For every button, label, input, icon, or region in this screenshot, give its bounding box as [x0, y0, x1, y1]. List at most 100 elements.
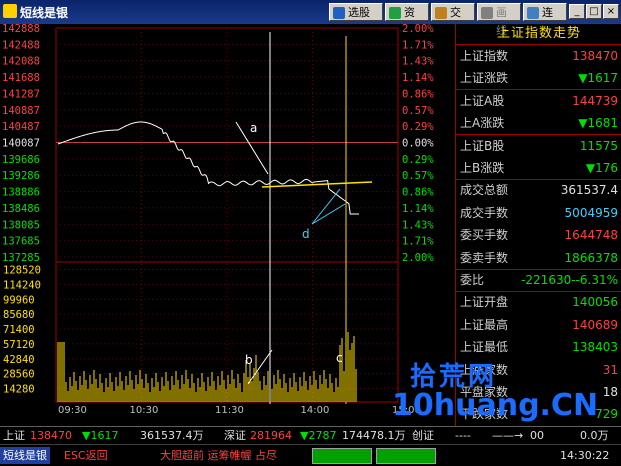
- panel-row-value: 138403: [572, 340, 618, 355]
- panel-row-value: -221630--6.31%: [521, 273, 618, 287]
- percent-axis: 2.00% 1.71% 1.43% 1.14% 0.86% 0.57% 0.29% 0.00%…: [402, 24, 434, 264]
- trend-line: [261, 181, 373, 188]
- panel-row-value: 361537.4: [560, 183, 618, 198]
- panel-row-value: 1644748: [564, 228, 618, 243]
- percent-tick-label: 0.57%: [402, 170, 434, 182]
- panel-row-value: 144739: [572, 93, 618, 108]
- ticker-text: 大胆超前 运筹帷幄 占尽: [160, 449, 277, 462]
- panel-row: 上证A股 144739: [456, 90, 621, 112]
- panel-row-label: 上B涨跌: [460, 161, 505, 175]
- panel-row-label: 上证涨跌: [460, 71, 509, 86]
- panel-row-value: 11575: [579, 138, 618, 153]
- gem-label: 创证: [412, 429, 434, 442]
- panel-row: 上证B股 11575: [456, 135, 621, 157]
- gem-amount: 0.0万: [580, 429, 609, 442]
- connect-button[interactable]: 连接: [523, 3, 567, 37]
- sz-value: 281964: [250, 429, 292, 442]
- price-tick-label: 140087: [2, 138, 40, 150]
- price-tick-label: 142488: [2, 39, 40, 51]
- panel-row-label: 上证B股: [460, 138, 505, 153]
- panel-row-value: 1866378: [564, 250, 618, 265]
- panel-row-value: 140689: [572, 317, 618, 332]
- panel-row-value: 18: [602, 385, 618, 399]
- percent-tick-label: 0.00%: [402, 138, 434, 150]
- volume-bars: [57, 332, 357, 402]
- trade-button[interactable]: 交易: [431, 3, 475, 37]
- index-status-bar: 上证 138470 ▼1617 361537.4万 深证 281964 ▼278…: [0, 426, 621, 445]
- price-tick-label: 140487: [2, 121, 40, 133]
- panel-row-label: 上证最高: [460, 317, 509, 332]
- draw-line-button[interactable]: 画线: [477, 3, 521, 37]
- price-tick-label: 139286: [2, 170, 40, 182]
- price-tick-label: 138085: [2, 219, 40, 231]
- percent-tick-label: 0.57%: [402, 105, 434, 117]
- panel-row-label: 成交总额: [460, 183, 509, 198]
- price-tick-label: 141287: [2, 88, 40, 100]
- intraday-chart[interactable]: 142888 142488 142088 141688 141287 140887 1404…: [0, 24, 455, 426]
- panel-row-label: 成交手数: [460, 205, 509, 220]
- sh-value: 138470: [30, 429, 72, 442]
- esc-hint: ESC返回: [64, 449, 108, 462]
- app-badge[interactable]: 短线是银: [0, 447, 50, 464]
- volume-tick-label: 42840: [3, 354, 35, 366]
- restore-button[interactable]: □: [586, 4, 602, 19]
- time-tick-label: 09:30: [58, 405, 87, 416]
- volume-tick-label: 28560: [3, 369, 35, 381]
- panel-row-value: ▼176: [585, 161, 618, 175]
- close-button[interactable]: ×: [603, 4, 619, 19]
- percent-tick-label: 0.86%: [402, 187, 434, 199]
- price-tick-label: 138886: [2, 187, 40, 199]
- app-title: 短线是银: [20, 6, 69, 20]
- time-tick-label: 10:30: [130, 405, 159, 416]
- panel-row-value: 31: [602, 362, 618, 377]
- percent-tick-label: 0.29%: [402, 154, 434, 166]
- price-tick-label: 142888: [2, 24, 40, 35]
- panel-row-value: 138470: [572, 49, 618, 63]
- gem-change: 00: [530, 429, 544, 442]
- panel-row-value: 729: [595, 407, 618, 422]
- volume-axis: 128520 114240 99960 85680 71400 57120 42840 285…: [3, 264, 41, 395]
- percent-tick-label: 0.29%: [402, 121, 434, 133]
- gem-value: ----: [455, 429, 471, 442]
- sz-change: ▼2787: [300, 429, 337, 442]
- trade-icon: [435, 7, 447, 19]
- annotation-line: [311, 203, 346, 225]
- price-tick-label: 137285: [2, 252, 40, 264]
- panel-row-label: 委比: [460, 273, 485, 287]
- price-tick-label: 137685: [2, 236, 40, 248]
- percent-tick-label: 0.86%: [402, 88, 434, 100]
- panel-row: 上A涨跌 ▼1681: [456, 112, 621, 134]
- buy-strength-meter: [312, 448, 372, 464]
- panel-row: 委比 -221630--6.31%: [456, 269, 621, 291]
- gem-arrow: ——→: [492, 429, 524, 442]
- sell-strength-meter: [376, 448, 436, 464]
- price-tick-label: 141688: [2, 72, 40, 84]
- price-axis: 142888 142488 142088 141688 141287 140887 1404…: [2, 24, 40, 264]
- volume-tick-label: 57120: [3, 339, 35, 351]
- panel-row: 成交手数 5004959: [456, 202, 621, 224]
- news-button[interactable]: 资讯: [385, 3, 429, 37]
- volume-tick-label: 71400: [3, 324, 35, 336]
- volume-tick-label: 14280: [3, 384, 35, 396]
- percent-tick-label: 2.00%: [402, 24, 434, 35]
- watermark-bottom: 10huang.CN: [392, 388, 599, 423]
- panel-row: 成交总额 361537.4: [456, 179, 621, 201]
- percent-tick-label: 2.00%: [402, 252, 434, 264]
- panel-row-label: 委买手数: [460, 228, 509, 243]
- annotation-label: b: [245, 353, 253, 367]
- panel-row: 上证开盘 140056: [456, 291, 621, 313]
- stock-select-icon: [333, 7, 345, 19]
- price-tick-label: 140887: [2, 105, 40, 117]
- connect-icon: [527, 7, 539, 19]
- panel-row-value: 140056: [572, 295, 618, 310]
- draw-line-icon: [481, 7, 493, 19]
- annotation-line: [311, 188, 341, 225]
- chart-grid: [55, 27, 399, 403]
- volume-tick-label: 128520: [3, 264, 41, 276]
- minimize-button[interactable]: _: [569, 4, 585, 19]
- panel-row: 委卖手数 1866378: [456, 247, 621, 269]
- panel-row-label: 上A涨跌: [460, 116, 505, 131]
- panel-row: 委买手数 1644748: [456, 224, 621, 246]
- panel-row: 上证指数 138470: [456, 45, 621, 67]
- stock-select-button[interactable]: 选股: [329, 3, 383, 21]
